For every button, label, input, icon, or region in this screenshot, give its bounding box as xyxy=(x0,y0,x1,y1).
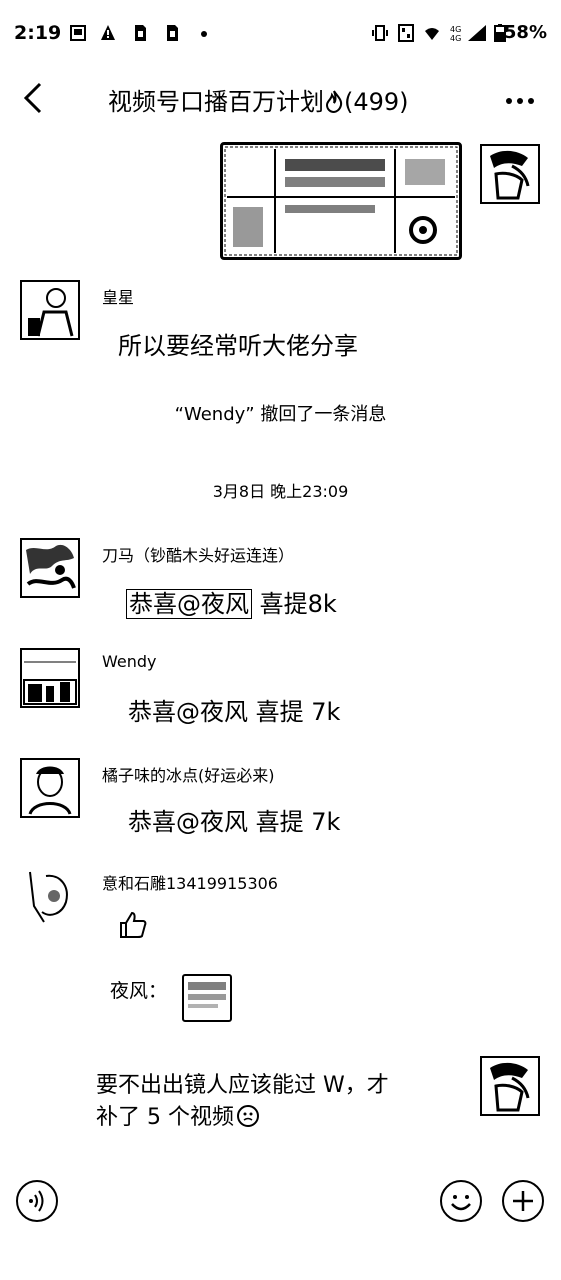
avatar[interactable] xyxy=(20,280,80,340)
message-suffix: 喜提8k xyxy=(259,590,337,618)
smile-icon[interactable] xyxy=(440,1180,482,1222)
fire-icon xyxy=(325,90,343,114)
sender-name: Wendy xyxy=(102,652,157,671)
wifi-icon xyxy=(425,28,439,40)
svg-text:4G: 4G xyxy=(450,34,461,42)
chevron-left-icon[interactable] xyxy=(18,80,48,116)
message-text[interactable]: 所以要经常听大佬分享 xyxy=(118,326,358,361)
member-count: (499) xyxy=(344,88,409,116)
sim-icon xyxy=(135,25,146,41)
message-line: 要不出出镜人应该能过 W，才 xyxy=(96,1073,389,1098)
quoted-image-thumbnail[interactable] xyxy=(182,974,232,1022)
sender-name: 橘子味的冰点(好运必来) xyxy=(102,766,275,785)
self-avatar[interactable] xyxy=(480,144,540,204)
self-message-text[interactable]: 要不出出镜人应该能过 W，才 补了 5 个视频 xyxy=(96,1070,466,1134)
avatar[interactable] xyxy=(20,866,80,926)
group-name: 视频号口播百万计划 xyxy=(108,88,324,116)
dot-icon xyxy=(201,31,207,37)
quote-label: 夜风： xyxy=(110,980,168,1002)
sender-name: 皇星 xyxy=(102,288,135,307)
cellular-signal-icon: 4G4G xyxy=(450,25,486,42)
gallery-notification-icon xyxy=(70,25,86,41)
mention-highlight[interactable]: 恭喜@夜风 xyxy=(126,589,252,619)
sender-name: 刀马（钞酷木头好运连连） xyxy=(102,546,295,565)
thinking-emoji-icon xyxy=(236,1105,259,1127)
message-text[interactable]: 恭喜@夜风 喜提 7k xyxy=(128,692,340,727)
message-line-text: 补了 5 个视频 xyxy=(96,1105,234,1130)
warning-icon xyxy=(101,25,115,40)
plus-icon[interactable] xyxy=(502,1180,544,1222)
avatar[interactable] xyxy=(20,648,80,708)
shared-image-message[interactable] xyxy=(220,142,462,260)
screenshot-thumbnail xyxy=(224,146,458,256)
voice-icon[interactable] xyxy=(16,1180,58,1222)
svg-text:4G: 4G xyxy=(450,25,461,34)
timestamp: 3月8日 晚上23:09 xyxy=(212,482,349,501)
nfc-icon xyxy=(398,24,414,42)
sim-icon xyxy=(167,25,178,41)
recall-notice: “Wendy” 撤回了一条消息 xyxy=(174,404,387,425)
thumbs-up-icon[interactable] xyxy=(118,910,148,940)
message-line: 补了 5 个视频 xyxy=(96,1102,466,1134)
avatar[interactable] xyxy=(20,538,80,598)
self-avatar[interactable] xyxy=(480,1056,540,1116)
chat-title[interactable]: 视频号口播百万计划 (499) xyxy=(108,82,409,117)
avatar[interactable] xyxy=(20,758,80,818)
status-time: 2:19 xyxy=(14,22,62,44)
battery-percent: 58% xyxy=(503,22,547,43)
message-text[interactable]: 恭喜@夜风 喜提 7k xyxy=(128,802,340,837)
message-text[interactable]: 恭喜@夜风 喜提8k xyxy=(126,584,337,619)
more-dots-icon[interactable] xyxy=(505,92,535,105)
vibrate-icon xyxy=(372,25,388,41)
sender-name: 意和石雕13419915306 xyxy=(102,874,278,893)
